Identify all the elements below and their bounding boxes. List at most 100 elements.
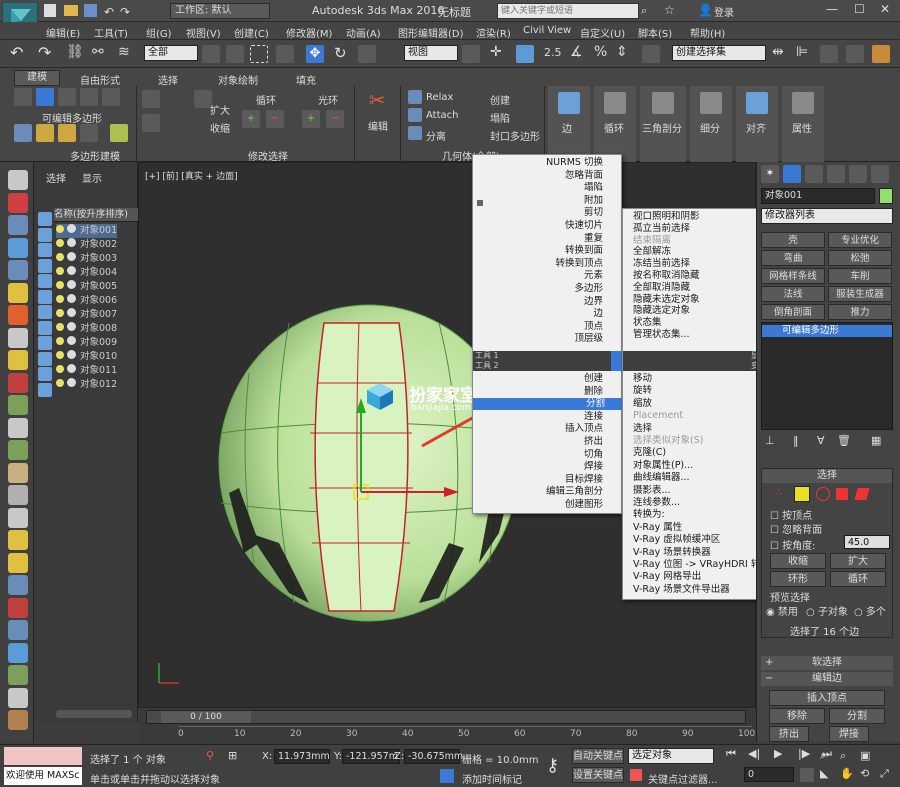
layer-icon[interactable] (820, 45, 838, 63)
border-sel-icon[interactable] (816, 487, 830, 501)
list-item[interactable]: 对象008 (56, 322, 117, 336)
key-filter-icon[interactable] (630, 769, 642, 781)
light-bulb-icon[interactable] (56, 225, 64, 233)
filter-icon-2[interactable] (38, 243, 52, 257)
quad-item[interactable]: 隐藏未选定对象 (633, 294, 700, 306)
snap-toggle[interactable]: 2.5 (544, 46, 562, 59)
tool-icon-3[interactable] (58, 124, 76, 142)
menu-item-8[interactable]: 渲染(R) (476, 25, 511, 40)
quad-item[interactable]: 结束隔离 (633, 235, 671, 247)
workspace-dropdown[interactable]: 工作区: 默认 (170, 3, 270, 19)
light-bulb-icon[interactable] (56, 351, 64, 359)
vertex-icon[interactable] (14, 88, 32, 106)
redo-icon[interactable]: ↷ (120, 5, 130, 19)
modifier-button[interactable]: 服装生成器 (828, 286, 892, 302)
quad-item[interactable]: 分割 (473, 398, 623, 411)
edit-edges-rollout[interactable]: − 编辑边 (761, 672, 893, 686)
menu-item-4[interactable]: 创建(C) (234, 25, 269, 40)
light-bulb-icon[interactable] (56, 295, 64, 303)
quad-item[interactable]: 旋转 (633, 385, 652, 397)
align-panel-button[interactable]: 对齐 (736, 86, 778, 162)
welcome-field[interactable]: 欢迎使用 MAXSc (4, 767, 82, 785)
tool-icon-16[interactable] (8, 530, 28, 550)
edit-button[interactable]: 编辑 (368, 118, 388, 133)
menu-item-6[interactable]: 动画(A) (346, 25, 381, 40)
detach-label[interactable]: 分离 (426, 128, 446, 143)
time-tag-icon[interactable] (440, 769, 454, 783)
light-bulb-icon[interactable] (56, 365, 64, 373)
tool-icon-2[interactable] (8, 215, 28, 235)
visibility-icon[interactable] (67, 252, 76, 261)
tool-icon-7[interactable] (8, 327, 28, 348)
pivot-icon[interactable] (462, 45, 480, 63)
quad-item[interactable]: 选择 (633, 423, 652, 435)
percent-snap-icon[interactable]: % (594, 44, 607, 60)
light-bulb-icon[interactable] (56, 337, 64, 345)
auto-key-button[interactable]: 自动关键点 (572, 748, 624, 764)
panel-poly-modeling[interactable]: 多边形建模 (70, 148, 120, 163)
tool-icon-11[interactable] (8, 417, 28, 438)
list-item[interactable]: 对象004 (56, 266, 117, 280)
make-unique-icon[interactable]: ∀ (817, 434, 825, 447)
quad-item[interactable]: 快速切片 (565, 220, 603, 232)
scale-icon[interactable] (358, 45, 376, 63)
ring-button[interactable]: 环形 (770, 571, 826, 587)
select-manipulate-icon[interactable]: ✛ (490, 44, 502, 60)
close-button[interactable]: ✕ (880, 2, 890, 16)
login-link[interactable]: 登录 (714, 4, 734, 19)
element-icon[interactable] (102, 88, 120, 106)
menu-item-0[interactable]: 编辑(E) (46, 25, 80, 40)
mod-sel-icon-1[interactable] (142, 90, 160, 108)
maximize-button[interactable]: ☐ (854, 2, 865, 16)
quad-item[interactable]: 塌陷 (584, 182, 603, 194)
select-object-icon[interactable] (202, 45, 220, 63)
new-icon[interactable] (44, 4, 56, 17)
quad-item[interactable]: 冻结当前选择 (633, 258, 690, 270)
quad-item[interactable]: 创建 (584, 373, 603, 385)
element-sel-icon[interactable] (854, 488, 870, 500)
maxscript-mini-listener[interactable] (4, 747, 82, 765)
quad-item[interactable]: 管理状态集... (633, 329, 690, 341)
hierarchy-tab-icon[interactable] (805, 165, 823, 183)
object-name-field[interactable]: 对象001 (761, 188, 875, 204)
modifier-list-dropdown[interactable]: 修改器列表 (761, 208, 893, 224)
quad-item[interactable]: V-Ray 场景转换器 (633, 547, 711, 559)
modifier-button[interactable]: 网格样条线 (761, 268, 825, 284)
menu-item-9[interactable]: Civil View (523, 25, 571, 36)
split-button[interactable]: 分割 (829, 708, 885, 724)
extrude-button[interactable]: 挤出 (769, 726, 809, 742)
quad-item[interactable]: V-Ray 属性 (633, 522, 682, 534)
light-bulb-icon[interactable] (56, 267, 64, 275)
list-item[interactable]: 对象006 (56, 294, 117, 308)
light-bulb-icon[interactable] (56, 379, 64, 387)
tool-icon-13[interactable] (8, 462, 28, 483)
tool-icon-6[interactable] (8, 305, 28, 325)
grow-button[interactable]: 扩大 (830, 553, 886, 569)
quad-item[interactable]: 转换为: (633, 509, 665, 521)
attach-label[interactable]: Attach (426, 110, 458, 121)
menu-item-5[interactable]: 修改器(M) (286, 25, 332, 40)
quad-item[interactable]: 多边形 (574, 283, 603, 295)
list-item[interactable]: 对象007 (56, 308, 117, 322)
ignore-back-checkbox[interactable]: ☐ 忽略背面 (770, 521, 822, 536)
edit-named-sel-icon[interactable] (642, 45, 660, 63)
quad-item[interactable]: 克隆(C) (633, 447, 666, 459)
x-field[interactable]: 11.973mm (274, 749, 330, 764)
fov-icon[interactable]: ◣ (820, 767, 828, 780)
tool-icon-17[interactable] (8, 552, 28, 573)
list-item[interactable]: 对象002 (56, 238, 117, 252)
quad-item[interactable]: 缩放 (633, 398, 652, 410)
tool-icon-1[interactable] (14, 124, 32, 142)
quad-item[interactable]: 对象属性(P)... (633, 460, 693, 472)
key-icon[interactable]: ⚷ (546, 755, 559, 776)
tool-icon-5[interactable] (8, 282, 28, 303)
loop-sub-icon[interactable]: − (266, 110, 284, 128)
border-icon[interactable] (58, 88, 76, 106)
tool-icon-18[interactable] (8, 575, 28, 595)
quad-item[interactable]: 孤立当前选择 (633, 223, 690, 235)
modify-tab-icon[interactable] (783, 165, 801, 183)
render-icon[interactable] (872, 45, 890, 63)
list-item[interactable]: 对象005 (56, 280, 117, 294)
angle-spinner[interactable]: 45.0 (844, 535, 890, 549)
quad-item[interactable]: 附加 (584, 195, 603, 207)
